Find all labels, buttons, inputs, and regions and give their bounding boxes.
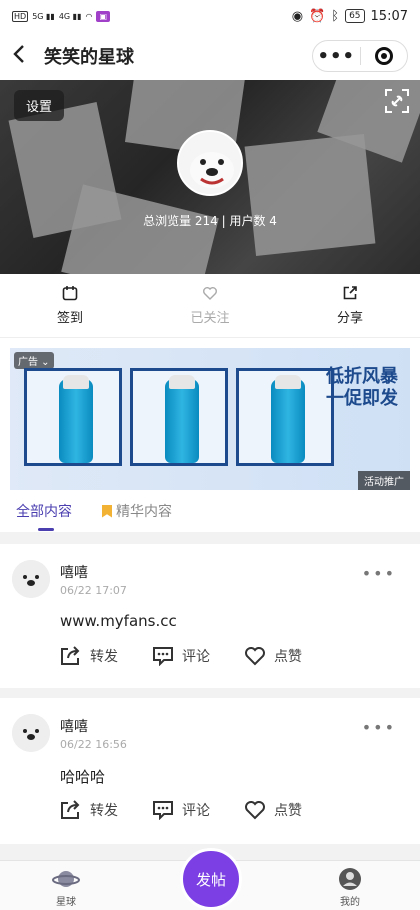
- repost-button[interactable]: 转发: [60, 800, 118, 820]
- tab-all-content[interactable]: 全部内容: [16, 501, 72, 531]
- share-icon: [343, 286, 357, 300]
- target-icon: [374, 47, 393, 65]
- author-avatar[interactable]: [12, 560, 50, 598]
- more-button[interactable]: •••: [313, 46, 360, 67]
- like-icon: [245, 801, 265, 820]
- post-content[interactable]: www.myfans.cc: [60, 612, 177, 630]
- heart-icon: [203, 287, 217, 300]
- signal-4g-icon: 4G ▮▮: [58, 11, 82, 21]
- battery-indicator: 65: [345, 9, 365, 23]
- tab-planet-label: 星球: [56, 897, 76, 908]
- ad-section: 广告 ⌄ 低折风暴 一促即发 活动推广: [0, 338, 420, 490]
- post-time: 06/22 16:56: [60, 738, 127, 751]
- post-content[interactable]: 哈哈哈: [60, 766, 105, 787]
- post-time: 06/22 17:07: [60, 584, 127, 597]
- checkin-button[interactable]: 签到: [0, 285, 140, 326]
- repost-icon: [61, 646, 80, 665]
- tab-all-content-label: 全部内容: [16, 504, 72, 520]
- comment-button[interactable]: 评论: [152, 646, 210, 666]
- ad-product-frame: [24, 368, 122, 466]
- create-post-button[interactable]: 发帖: [180, 848, 242, 910]
- app-badge-icon: ▣: [96, 10, 111, 22]
- like-button[interactable]: 点赞: [244, 800, 302, 820]
- tab-planet[interactable]: 星球: [52, 867, 80, 908]
- calendar-icon: [62, 286, 78, 301]
- close-mini-program-button[interactable]: [360, 47, 407, 65]
- follow-label: 已关注: [190, 311, 230, 326]
- like-icon: [245, 647, 265, 666]
- content-tabs: 全部内容 精华内容: [0, 490, 420, 532]
- ad-tag[interactable]: 广告 ⌄: [14, 352, 54, 369]
- planet-avatar[interactable]: [177, 130, 243, 196]
- nav-bar: 笑笑的星球 •••: [0, 32, 420, 80]
- repost-icon: [61, 800, 80, 819]
- post-card: 嘻嘻 06/22 17:07 ••• www.myfans.cc 转发 评论 点…: [0, 544, 420, 688]
- share-label: 分享: [336, 311, 363, 326]
- planet-icon: [52, 871, 80, 887]
- planet-cover-banner: 设置 总浏览量 214 | 用户数 4: [0, 80, 420, 274]
- author-name[interactable]: 嘻嘻: [60, 562, 88, 582]
- comment-label: 评论: [182, 649, 210, 665]
- tab-featured-content[interactable]: 精华内容: [102, 501, 172, 521]
- planet-action-row: 签到 已关注 分享: [0, 274, 420, 338]
- wifi-icon: ◠: [85, 11, 93, 21]
- bluetooth-icon: ᛒ: [331, 8, 340, 24]
- tab-mine[interactable]: 我的: [338, 867, 362, 908]
- ad-promo-label: 活动推广: [358, 471, 410, 490]
- author-name[interactable]: 嘻嘻: [60, 716, 88, 736]
- back-arrow-icon[interactable]: [12, 42, 38, 70]
- ad-tag-label: 广告: [18, 357, 38, 368]
- repost-label: 转发: [90, 803, 118, 819]
- bottle-image: [165, 375, 199, 463]
- like-button[interactable]: 点赞: [244, 646, 302, 666]
- status-right: ◉ ⏰ ᛒ 65 15:07: [292, 9, 408, 24]
- repost-label: 转发: [90, 649, 118, 665]
- page-title: 笑笑的星球: [44, 47, 134, 68]
- clock: 15:07: [370, 8, 408, 24]
- alarm-icon: ⏰: [309, 8, 326, 24]
- user-icon: [339, 868, 361, 890]
- planet-stats: 总浏览量 214 | 用户数 4: [143, 214, 277, 228]
- status-bar: HD 5G ▮▮ 4G ▮▮ ◠ ▣ ◉ ⏰ ᛒ 65 15:07: [0, 0, 420, 32]
- tab-mine-label: 我的: [340, 897, 360, 908]
- tab-featured-content-label: 精华内容: [116, 504, 172, 520]
- post-card: 嘻嘻 06/22 16:56 ••• 哈哈哈 转发 评论 点赞: [0, 698, 420, 844]
- hd-icon: HD: [12, 10, 29, 22]
- comment-button[interactable]: 评论: [152, 800, 210, 820]
- ad-slogan: 低折风暴 一促即发: [326, 366, 398, 409]
- comment-label: 评论: [182, 803, 210, 819]
- post-more-icon[interactable]: •••: [362, 564, 396, 583]
- signal-icon: 5G ▮▮: [32, 11, 55, 21]
- ad-banner[interactable]: 广告 ⌄ 低折风暴 一促即发 活动推广: [10, 348, 410, 490]
- like-label: 点赞: [274, 649, 302, 665]
- comment-icon: [153, 801, 173, 820]
- bottle-image: [59, 375, 93, 463]
- ad-product-frame: [236, 368, 334, 466]
- bookmark-icon: [102, 504, 112, 518]
- post-actions: 转发 评论 点赞: [60, 800, 302, 820]
- follow-button[interactable]: 已关注: [140, 285, 280, 326]
- author-avatar[interactable]: [12, 714, 50, 752]
- bottle-image: [271, 375, 305, 463]
- comment-icon: [153, 647, 173, 666]
- status-left: HD 5G ▮▮ 4G ▮▮ ◠ ▣: [12, 10, 111, 22]
- post-more-icon[interactable]: •••: [362, 718, 396, 737]
- checkin-label: 签到: [56, 311, 83, 326]
- ad-product-frame: [130, 368, 228, 466]
- mini-program-capsule: •••: [312, 40, 408, 72]
- share-button[interactable]: 分享: [280, 285, 420, 326]
- link-icon[interactable]: [384, 88, 410, 114]
- like-label: 点赞: [274, 803, 302, 819]
- settings-button[interactable]: 设置: [14, 90, 65, 121]
- repost-button[interactable]: 转发: [60, 646, 118, 666]
- eye-icon: ◉: [291, 8, 304, 24]
- post-actions: 转发 评论 点赞: [60, 646, 302, 666]
